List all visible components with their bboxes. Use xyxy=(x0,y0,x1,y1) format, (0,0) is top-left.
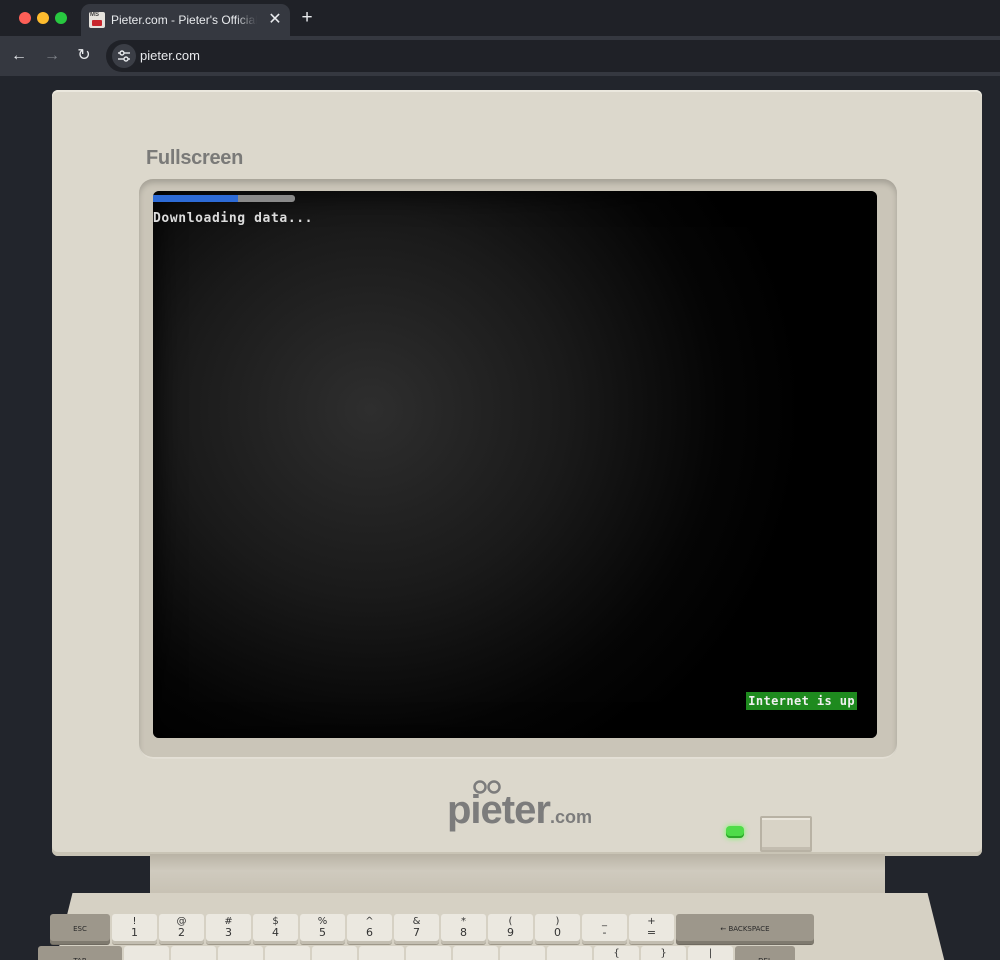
forward-arrow-icon[interactable]: → xyxy=(40,44,64,68)
key-label: 3 xyxy=(225,926,232,939)
key-2[interactable]: @2 xyxy=(159,914,204,944)
key-sym-11[interactable]: _ - xyxy=(582,914,627,944)
key-backspace[interactable]: ← BACKSPACE xyxy=(676,914,814,944)
power-led-indicator xyxy=(726,826,744,838)
key-label: ← BACKSPACE xyxy=(720,925,770,933)
crt-screen[interactable]: Downloading data... Internet is up xyxy=(153,191,877,738)
key-6[interactable]: ^ 6 xyxy=(347,914,392,944)
internet-status-badge: Internet is up xyxy=(746,692,857,710)
keyboard-row-numbers: ESC ! 1 @2 #3 $4% 5 ^ 6 & 7 * 8(9) 0 _ - + = ← BACKSPACE xyxy=(50,914,910,944)
download-progress-bar xyxy=(153,195,295,202)
reload-icon[interactable]: ↻ xyxy=(72,44,96,68)
close-window-button[interactable] xyxy=(19,12,31,24)
crt-monitor: Fullscreen Downloading data... Internet … xyxy=(52,90,982,856)
key-label: = xyxy=(646,926,657,939)
key-esc[interactable]: ESC xyxy=(50,914,110,944)
site-favicon-icon: MS xyxy=(89,12,105,28)
key-8[interactable]: * 8 xyxy=(441,914,486,944)
minimize-window-button[interactable] xyxy=(37,12,49,24)
browser-tab[interactable]: MS Pieter.com - Pieter's Official Homepa… xyxy=(81,4,290,36)
key-label: 6 xyxy=(366,926,373,939)
keyboard-row-qwerty: TAB Q W E R T Y U I O P{[}]|\DEL xyxy=(38,946,910,960)
browser-tab-bar: MS Pieter.com - Pieter's Official Homepa… xyxy=(0,0,1000,36)
site-settings-icon[interactable] xyxy=(112,44,136,68)
key-y[interactable]: Y xyxy=(359,946,404,960)
browser-toolbar: ← → ↻ pieter.com xyxy=(0,36,1000,76)
logo-text: pieter xyxy=(447,788,551,832)
key-del[interactable]: DEL xyxy=(735,946,795,960)
key-label: 1 xyxy=(131,926,138,939)
key-tab[interactable]: TAB xyxy=(38,946,122,960)
key-label: 2 xyxy=(178,926,185,939)
address-bar[interactable]: pieter.com xyxy=(106,40,1000,72)
close-tab-icon[interactable]: ✕ xyxy=(265,10,285,30)
key-4[interactable]: $4 xyxy=(253,914,298,944)
key-p[interactable]: P xyxy=(547,946,592,960)
key-9[interactable]: (9 xyxy=(488,914,533,944)
download-progress-fill xyxy=(153,195,239,202)
key-q[interactable]: Q xyxy=(124,946,169,960)
key-label: 9 xyxy=(507,926,514,939)
key-label: 0 xyxy=(554,926,561,939)
key-1[interactable]: ! 1 xyxy=(112,914,157,944)
power-button[interactable] xyxy=(760,816,812,852)
key-3[interactable]: #3 xyxy=(206,914,251,944)
key-label: - xyxy=(602,926,607,939)
tab-title: Pieter.com - Pieter's Official Homepage xyxy=(111,13,257,27)
key-label: 4 xyxy=(272,926,279,939)
fullscreen-link[interactable]: Fullscreen xyxy=(146,147,243,170)
maximize-window-button[interactable] xyxy=(55,12,67,24)
key-7[interactable]: & 7 xyxy=(394,914,439,944)
key-t[interactable]: T xyxy=(312,946,357,960)
key-label: 8 xyxy=(460,926,467,939)
monitor-stand xyxy=(150,854,885,896)
key-u[interactable]: U xyxy=(406,946,451,960)
key-0[interactable]: ) 0 xyxy=(535,914,580,944)
key-label: 5 xyxy=(319,926,326,939)
key-i[interactable]: I xyxy=(453,946,498,960)
key-label: 7 xyxy=(413,926,420,939)
page-content: Fullscreen Downloading data... Internet … xyxy=(0,76,1000,960)
key-o[interactable]: O xyxy=(500,946,545,960)
terminal-status-text: Downloading data... xyxy=(153,211,314,226)
key-5[interactable]: % 5 xyxy=(300,914,345,944)
key-sym-13[interactable]: |\ xyxy=(688,946,733,960)
key-sym-12[interactable]: + = xyxy=(629,914,674,944)
key-label: ESC xyxy=(73,925,87,933)
new-tab-button[interactable]: + xyxy=(296,7,318,29)
key-r[interactable]: R xyxy=(265,946,310,960)
key-e[interactable]: E xyxy=(218,946,263,960)
logo-suffix: .com xyxy=(549,807,592,827)
key-sym-12[interactable]: }] xyxy=(641,946,686,960)
key-sym-11[interactable]: {[ xyxy=(594,946,639,960)
back-arrow-icon[interactable]: ← xyxy=(7,44,31,68)
url-text[interactable]: pieter.com xyxy=(140,48,200,64)
key-w[interactable]: W xyxy=(171,946,216,960)
